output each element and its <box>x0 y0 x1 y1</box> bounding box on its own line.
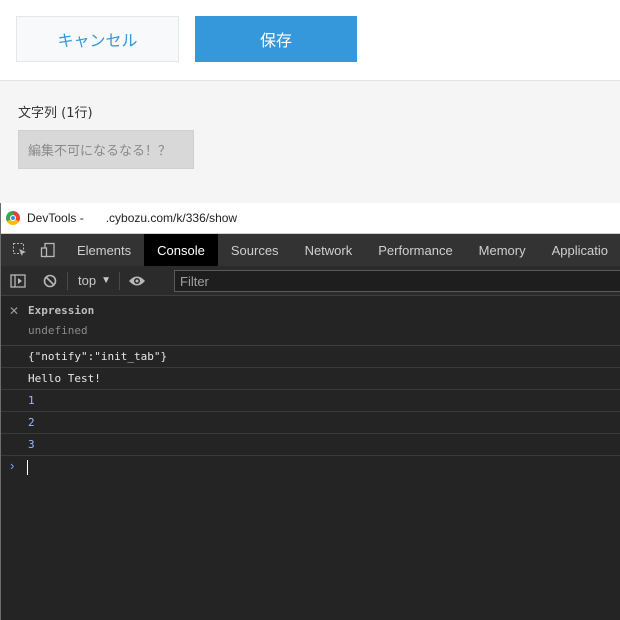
record-form: 文字列 (1行) 編集不可になるなる！？ <box>0 81 620 203</box>
context-label: top <box>78 273 97 288</box>
console-message: 3 <box>1 434 620 456</box>
console-message: {"notify":"init_tab"} <box>1 346 620 368</box>
tab-elements[interactable]: Elements <box>64 234 144 266</box>
eye-icon[interactable] <box>128 272 146 290</box>
save-button[interactable]: 保存 <box>195 16 357 62</box>
chevron-down-icon: ▼ <box>101 275 111 286</box>
devtools-window: DevTools - .cybozu.com/k/336/show Elemen… <box>0 203 620 620</box>
console-message: 2 <box>1 412 620 434</box>
tab-sources[interactable]: Sources <box>218 234 292 266</box>
toolbar-divider <box>118 271 120 290</box>
devtools-tab-bar: Elements Console Sources Network Perform… <box>1 234 620 266</box>
console-toolbar: top ▼ Filter <box>1 266 620 296</box>
devtools-title-bar: DevTools - .cybozu.com/k/336/show <box>1 203 620 234</box>
cancel-button[interactable]: キャンセル <box>16 16 179 62</box>
text-field-disabled: 編集不可になるなる！？ <box>18 130 194 169</box>
tab-performance[interactable]: Performance <box>365 234 465 266</box>
chrome-icon <box>6 211 20 225</box>
console-filter-input[interactable]: Filter <box>174 270 620 292</box>
tab-application[interactable]: Applicatio <box>539 234 620 266</box>
context-selector[interactable]: top ▼ <box>78 273 111 288</box>
console-prompt[interactable]: › <box>1 456 620 478</box>
expression-label[interactable]: Expression <box>28 304 94 317</box>
inspect-icon[interactable] <box>11 241 29 259</box>
tab-console[interactable]: Console <box>144 234 218 266</box>
window-title: DevTools - <box>27 211 84 225</box>
record-toolbar: キャンセル 保存 <box>0 0 620 81</box>
field-label: 文字列 (1行) <box>18 106 93 121</box>
device-toolbar-icon[interactable] <box>39 241 57 259</box>
console-message: 1 <box>1 390 620 412</box>
console-message: Hello Test! <box>1 368 620 390</box>
console-output: ✕ Expression undefined {"notify":"init_t… <box>1 296 620 620</box>
live-expression: ✕ Expression undefined <box>1 296 620 346</box>
prompt-chevron-icon: › <box>10 458 15 473</box>
page-url: .cybozu.com/k/336/show <box>105 211 238 225</box>
clear-console-icon[interactable] <box>41 272 59 290</box>
close-icon[interactable]: ✕ <box>9 304 19 318</box>
toolbar-divider <box>67 271 68 290</box>
expression-value: undefined <box>28 324 88 337</box>
tab-network[interactable]: Network <box>292 234 366 266</box>
sidebar-toggle-icon[interactable] <box>9 272 27 290</box>
tab-memory[interactable]: Memory <box>466 234 539 266</box>
text-cursor <box>27 460 28 475</box>
